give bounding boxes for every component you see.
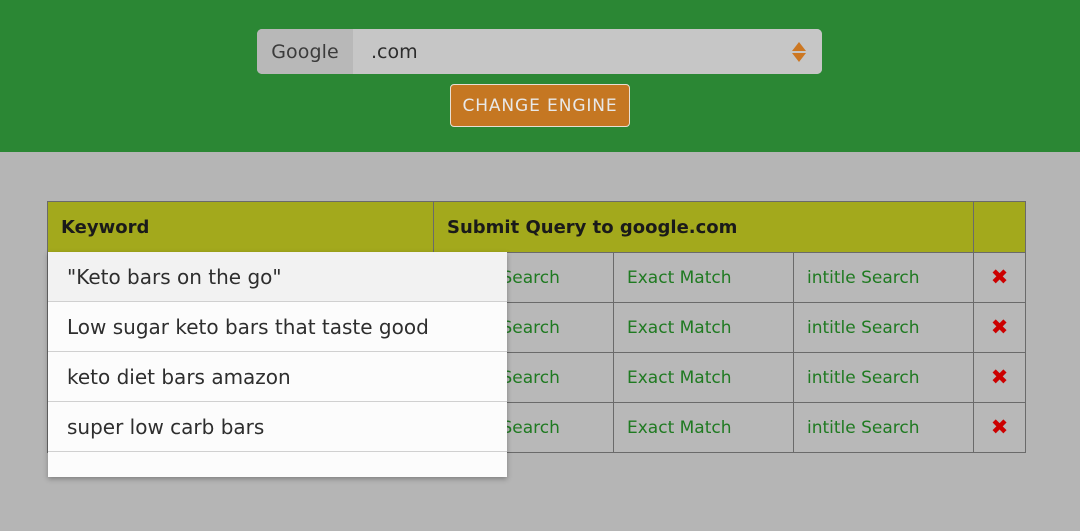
delete-x-icon[interactable]: ✖ bbox=[991, 316, 1009, 338]
cell-delete: ✖ bbox=[973, 352, 1026, 403]
search-engine-select[interactable]: Google .com bbox=[257, 29, 822, 74]
list-item[interactable]: Low sugar keto bars that taste good bbox=[48, 302, 507, 352]
cell-operator: intitle Search bbox=[793, 252, 974, 303]
delete-x-icon[interactable]: ✖ bbox=[991, 266, 1009, 288]
list-item[interactable]: "Keto bars on the go" bbox=[48, 252, 507, 302]
column-header-submit-query: Submit Query to google.com bbox=[433, 201, 974, 253]
intitle-search-link[interactable]: intitle Search bbox=[807, 368, 920, 388]
cell-operator: Exact Match bbox=[613, 402, 794, 453]
intitle-search-link[interactable]: intitle Search bbox=[807, 418, 920, 438]
cell-delete: ✖ bbox=[973, 402, 1026, 453]
exact-match-link[interactable]: Exact Match bbox=[627, 418, 732, 438]
list-item[interactable]: keto diet bars amazon bbox=[48, 352, 507, 402]
cell-operator: Exact Match bbox=[613, 352, 794, 403]
column-header-keyword: Keyword bbox=[47, 201, 434, 253]
cell-delete: ✖ bbox=[973, 302, 1026, 353]
intitle-search-link[interactable]: intitle Search bbox=[807, 268, 920, 288]
engine-prefix-label: Google bbox=[257, 29, 353, 74]
exact-match-link[interactable]: Exact Match bbox=[627, 318, 732, 338]
arrow-up-icon bbox=[792, 41, 806, 51]
list-item[interactable]: super low carb bars bbox=[48, 402, 507, 452]
engine-domain-value: .com bbox=[371, 40, 418, 63]
table-header-row: Keyword Submit Query to google.com bbox=[47, 201, 1026, 253]
list-bottom-padding bbox=[48, 452, 507, 477]
cell-operator: intitle Search bbox=[793, 402, 974, 453]
column-header-delete bbox=[973, 201, 1026, 253]
delete-x-icon[interactable]: ✖ bbox=[991, 416, 1009, 438]
change-engine-button[interactable]: CHANGE ENGINE bbox=[450, 84, 630, 127]
cell-operator: Exact Match bbox=[613, 302, 794, 353]
intitle-search-link[interactable]: intitle Search bbox=[807, 318, 920, 338]
updown-arrows-icon[interactable] bbox=[792, 41, 806, 62]
cell-operator: intitle Search bbox=[793, 302, 974, 353]
cell-operator: Exact Match bbox=[613, 252, 794, 303]
engine-domain-field[interactable]: .com bbox=[353, 29, 822, 74]
delete-x-icon[interactable]: ✖ bbox=[991, 366, 1009, 388]
table-head: Keyword Submit Query to google.com bbox=[47, 201, 1026, 253]
engine-selection-bar: Google .com CHANGE ENGINE bbox=[0, 0, 1080, 152]
cell-delete: ✖ bbox=[973, 252, 1026, 303]
exact-match-link[interactable]: Exact Match bbox=[627, 268, 732, 288]
keyword-suggestion-list[interactable]: "Keto bars on the go" Low sugar keto bar… bbox=[48, 252, 507, 477]
exact-match-link[interactable]: Exact Match bbox=[627, 368, 732, 388]
arrow-down-icon bbox=[792, 52, 806, 62]
cell-operator: intitle Search bbox=[793, 352, 974, 403]
